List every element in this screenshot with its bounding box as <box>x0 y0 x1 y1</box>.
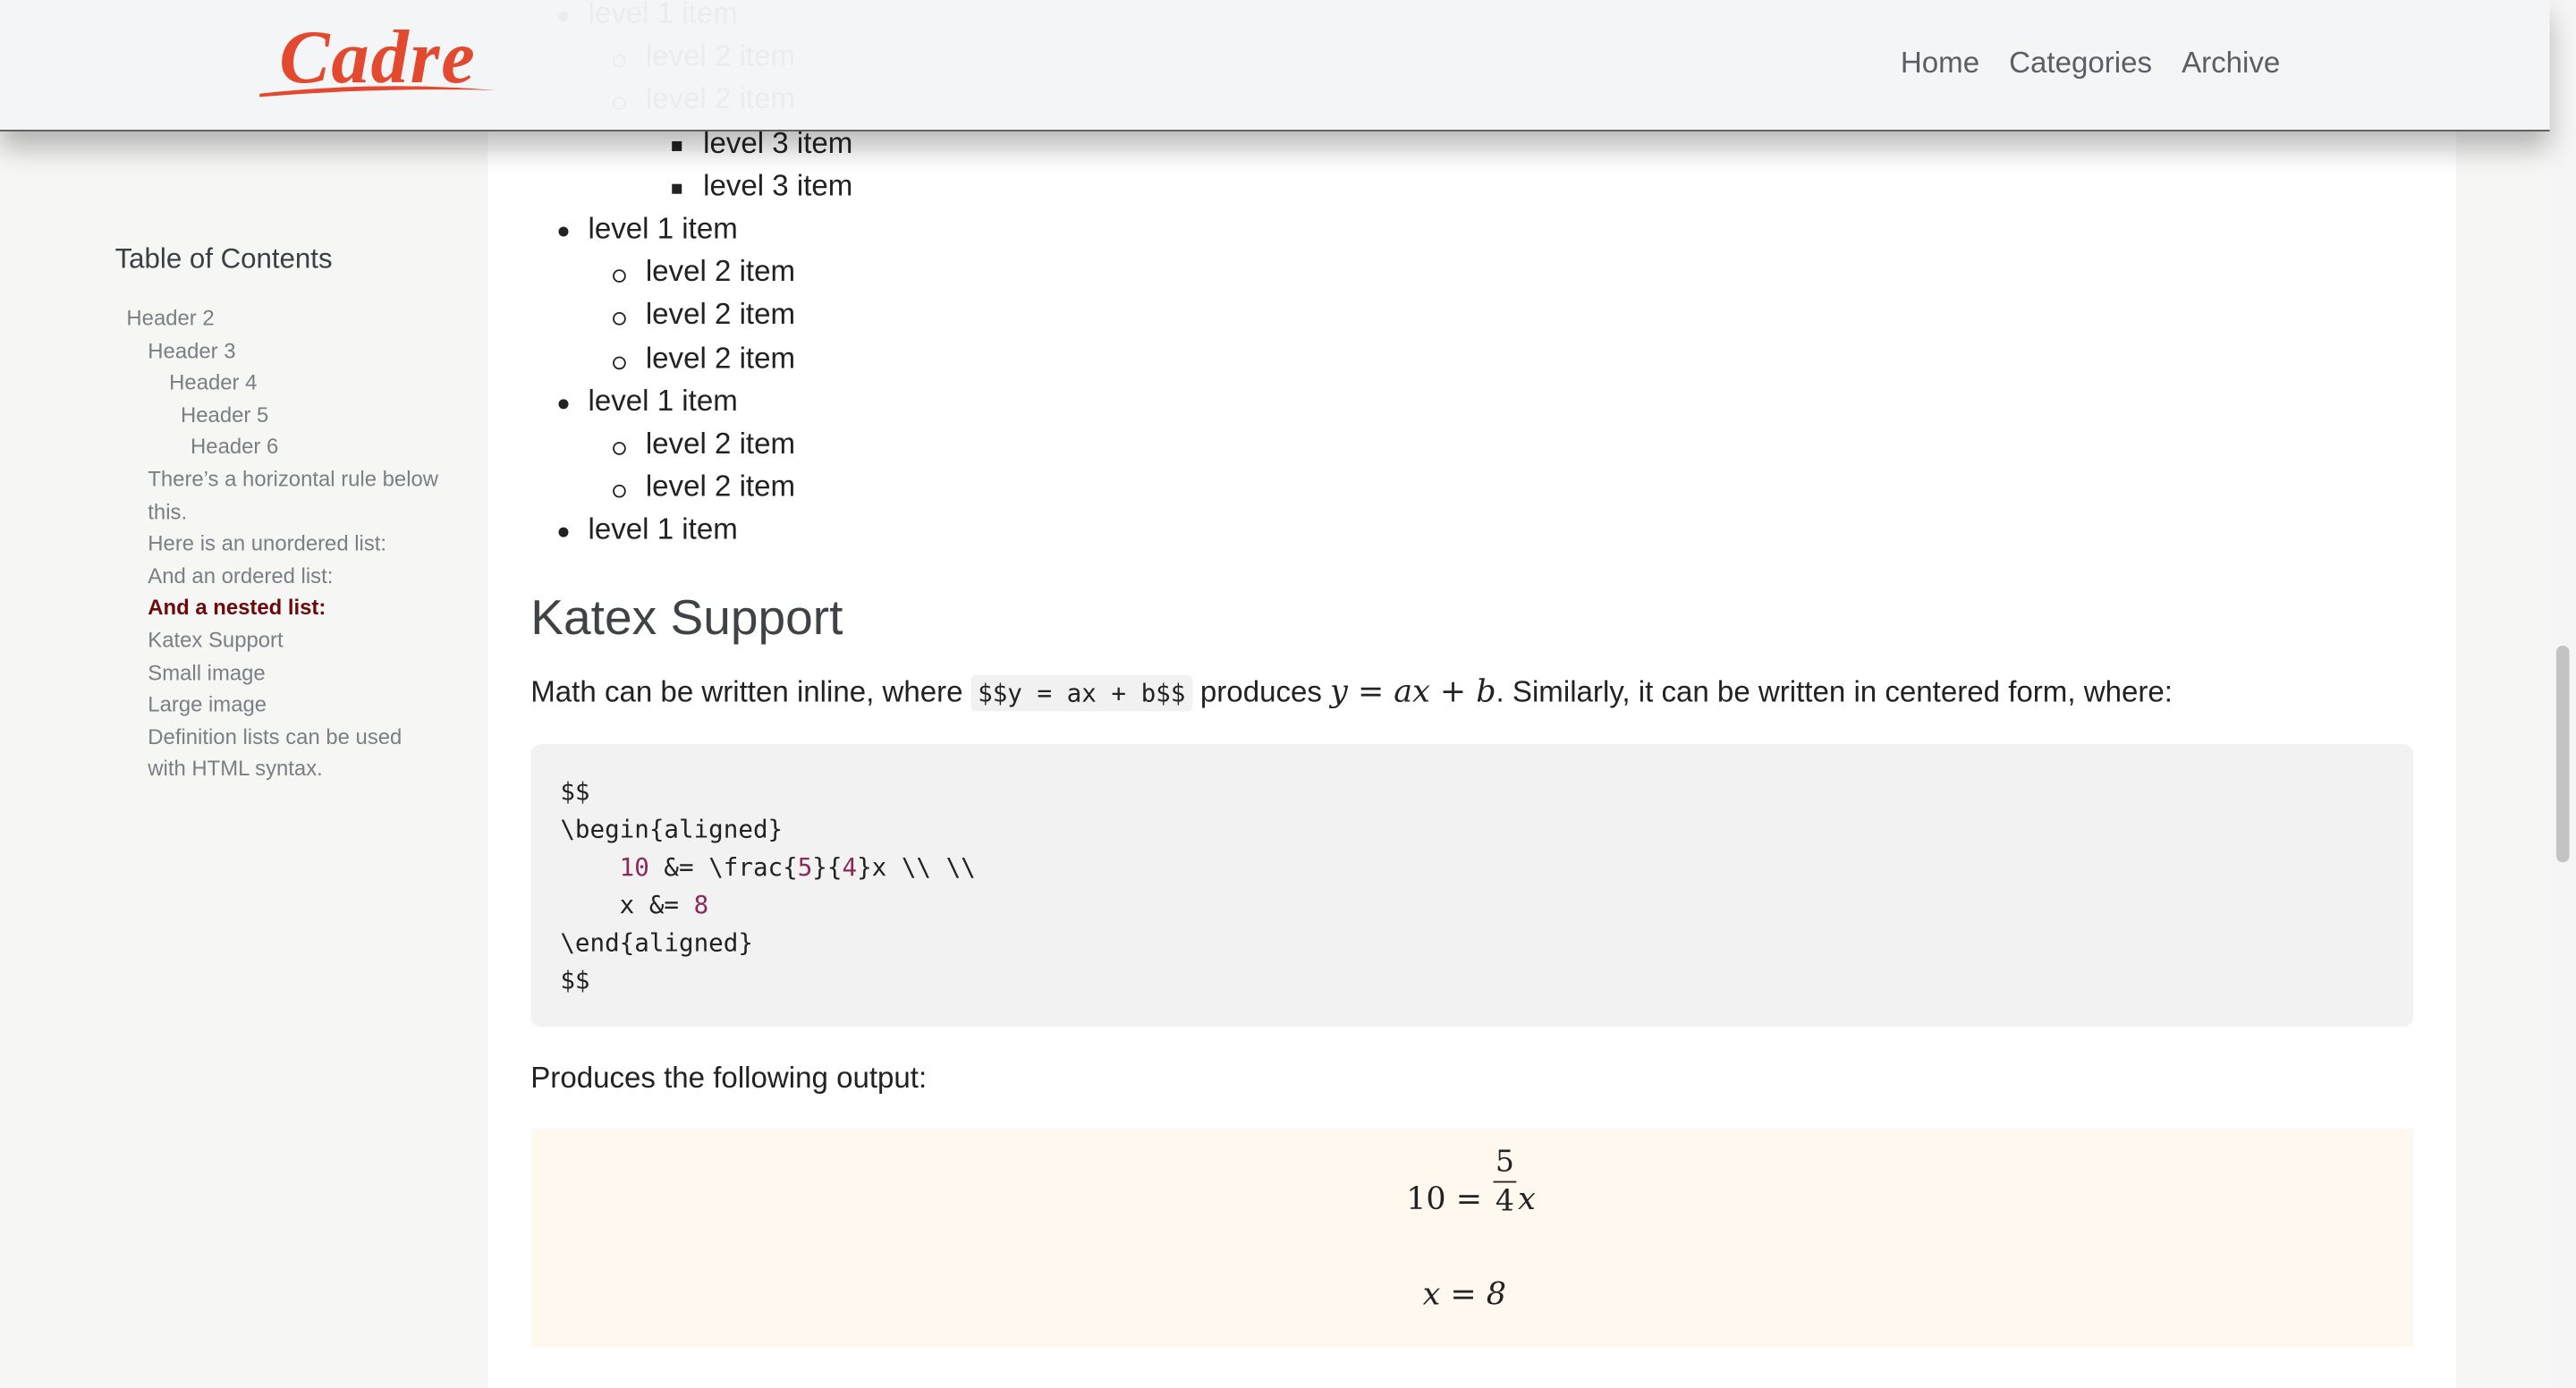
list-bullet <box>613 269 626 284</box>
list-bullet <box>613 485 626 498</box>
nav-categories[interactable]: Categories <box>2009 46 2152 80</box>
list-bullet <box>613 312 626 326</box>
fraction: 5 4 <box>1493 1145 1517 1219</box>
nav-home[interactable]: Home <box>1901 46 1979 80</box>
list-bullet <box>558 226 569 237</box>
toc-title: Table of Contents <box>114 242 333 275</box>
eq1-left: 10 = <box>1406 1181 1482 1217</box>
list-bullet <box>558 398 569 409</box>
toc-item[interactable]: Katex Support <box>148 624 444 656</box>
list-item: level 2 item <box>645 298 796 331</box>
list-bullet <box>672 140 682 151</box>
frac-num: 5 <box>1495 1145 1514 1180</box>
inline-math: y = ax + b <box>1330 673 1496 710</box>
main-nav: Home Categories Archive <box>1901 46 2280 80</box>
toc-item[interactable]: There’s a horizontal rule below this. <box>148 463 444 528</box>
toc-item[interactable]: Header 6 <box>191 431 444 463</box>
list-item: level 2 item <box>645 470 796 504</box>
para-text-after: . Similarly, it can be written in center… <box>1496 674 2173 708</box>
code-block: $$ \begin{aligned} 10 &= \frac{5}{4}x \\ … <box>530 744 2414 1027</box>
article-content: level 1 item level 2 item level 2 item leve… <box>487 0 2456 1388</box>
code-line: \begin{aligned} <box>560 815 784 845</box>
list-item: level 1 item <box>588 211 738 245</box>
list-item: level 2 item <box>645 255 796 288</box>
list-item: level 2 item <box>645 427 796 461</box>
list-item: level 1 item <box>588 512 738 546</box>
code-line: x &= 8 <box>560 890 709 920</box>
toc-item[interactable]: And an ordered list: <box>148 560 444 592</box>
equation-line-2: x = 8 <box>1422 1276 1506 1313</box>
toc-item[interactable]: Header 2 <box>126 302 443 334</box>
katex-output: 10 = 5 4 x x = 8 <box>530 1128 2414 1348</box>
output-label: Produces the following output: <box>530 1061 928 1095</box>
scrollbar[interactable] <box>2549 0 2576 1388</box>
frac-den: 4 <box>1495 1184 1514 1219</box>
toc-item[interactable]: Definition lists can be used with HTML s… <box>148 721 444 785</box>
toc-item[interactable]: Header 4 <box>169 367 444 399</box>
code-line: \end{aligned} <box>560 927 753 958</box>
scrollbar-thumb[interactable] <box>2555 645 2570 863</box>
list-item: level 2 item <box>645 341 796 375</box>
code-line: $$ <box>560 965 590 996</box>
list-item: level 1 item <box>588 384 738 418</box>
logo-swoosh-icon <box>259 86 496 97</box>
list-bullet <box>558 528 569 538</box>
toc-item[interactable]: Large image <box>148 689 444 721</box>
list-bullet <box>672 183 682 194</box>
katex-paragraph: Math can be written inline, where $$y = … <box>530 673 2173 712</box>
site-logo[interactable]: Cadre <box>257 10 504 98</box>
nav-archive[interactable]: Archive <box>2182 46 2280 80</box>
page: level 1 item level 2 item level 2 item leve… <box>0 0 2576 1388</box>
list-bullet <box>613 355 626 369</box>
code-line: 10 &= \frac{5}{4}x \\ \\ <box>619 852 976 883</box>
list-item: level 3 item <box>703 168 853 202</box>
toc-item[interactable]: Here is an unordered list: <box>148 528 444 560</box>
code-line: $$ <box>560 776 590 807</box>
toc-item[interactable]: And a nested list: <box>148 592 444 624</box>
katex-heading: Katex Support <box>530 591 843 646</box>
toc-item[interactable]: Header 3 <box>148 334 444 367</box>
inline-code: $$y = ax + b$$ <box>970 674 1192 712</box>
para-text: Math can be written inline, where <box>530 674 963 708</box>
site-header: Cadre Home Categories Archive <box>0 0 2550 131</box>
para-text-mid: produces <box>1199 674 1322 708</box>
toc-item[interactable]: Header 5 <box>181 399 444 431</box>
toc-item[interactable]: Small image <box>148 656 444 689</box>
list-bullet <box>613 442 626 455</box>
eq1-var: x <box>1518 1181 1536 1217</box>
